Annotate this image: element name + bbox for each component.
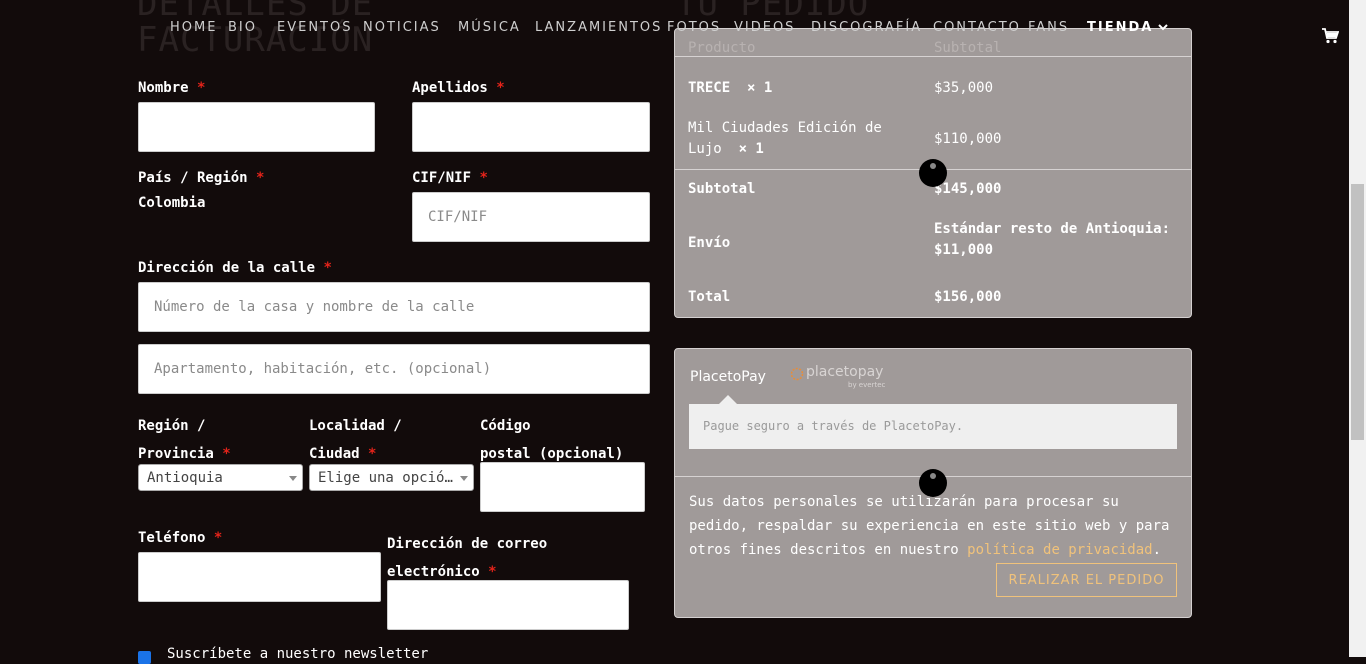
nav-tienda[interactable]: TIENDA: [1087, 20, 1168, 35]
nombre-input[interactable]: [138, 102, 375, 152]
apellidos-input[interactable]: [412, 102, 650, 152]
street-address-placeholder: Número de la casa y nombre de la calle: [154, 299, 475, 315]
place-order-button[interactable]: REALIZAR EL PEDIDO: [996, 563, 1177, 597]
phone-input[interactable]: [138, 552, 381, 602]
region-select-value: Antioquia: [147, 469, 223, 486]
pais-label: País / Región *: [138, 170, 265, 186]
region-select[interactable]: Antioquia: [138, 464, 303, 491]
dropdown-arrow-icon: [289, 476, 297, 481]
total-label: Total: [688, 289, 731, 305]
dropdown-arrow-icon: [460, 476, 468, 481]
placetopay-logo: placetopay by evertec: [790, 364, 900, 394]
chevron-down-icon: [1158, 24, 1168, 31]
localidad-label: Localidad / Ciudad *: [309, 418, 402, 462]
nav-lanzamientos[interactable]: LANZAMIENTOS: [535, 20, 662, 35]
nav-fotos[interactable]: FOTOS: [667, 20, 721, 35]
street-address2-input[interactable]: Apartamento, habitación, etc. (opcional): [138, 344, 650, 394]
nav-videos[interactable]: VIDEOS: [734, 20, 795, 35]
subtotal-value: $145,000: [934, 181, 1002, 197]
shipping-label: Envío: [688, 235, 731, 251]
nav-discografia[interactable]: DISCOGRAFÍA: [811, 20, 922, 35]
nav-noticias[interactable]: NOTICIAS: [363, 20, 441, 35]
nav-fans[interactable]: FANS: [1028, 20, 1069, 35]
shipping-value: Estándar resto de Antioquia: $11,000: [934, 221, 1171, 258]
telefono-label: Teléfono *: [138, 530, 223, 546]
email-input[interactable]: [387, 580, 629, 630]
nav-tienda-label: TIENDA: [1087, 20, 1154, 35]
order-item-name: TRECE × 1: [688, 80, 773, 96]
nav-eventos[interactable]: EVENTOS: [277, 20, 352, 35]
total-value: $156,000: [934, 289, 1002, 305]
cif-placeholder: CIF/NIF: [428, 209, 488, 225]
payment-method-label[interactable]: PlacetoPay: [690, 367, 766, 388]
nav-contacto[interactable]: CONTACTO: [933, 20, 1021, 35]
placetopay-logo-sub: by evertec: [848, 381, 886, 389]
order-divider: [675, 56, 1191, 57]
apellidos-label: Apellidos *: [412, 80, 505, 96]
postcode-input[interactable]: [480, 462, 645, 512]
direccion-label: Dirección de la calle *: [138, 260, 332, 276]
newsletter-checkbox[interactable]: [138, 651, 151, 664]
newsletter-label: Suscríbete a nuestro newsletter: [167, 646, 429, 662]
city-select[interactable]: Elige una opción…: [309, 464, 474, 491]
cif-input[interactable]: CIF/NIF: [412, 192, 650, 242]
street-address-input[interactable]: Número de la casa y nombre de la calle: [138, 282, 650, 332]
privacy-text: Sus datos personales se utilizarán para …: [689, 494, 1170, 558]
nav-bio[interactable]: BIO: [228, 20, 257, 35]
nav-home[interactable]: HOME: [170, 20, 217, 35]
nav-musica[interactable]: MÚSICA: [458, 20, 521, 35]
cursor-indicator: [919, 469, 947, 497]
placetopay-logo-icon: [790, 367, 804, 381]
payment-description: Pague seguro a través de PlacetoPay.: [703, 419, 964, 433]
cursor-indicator: [919, 159, 947, 187]
cif-label: CIF/NIF *: [412, 170, 488, 186]
subtotal-label: Subtotal: [688, 181, 756, 197]
privacy-policy-link[interactable]: política de privacidad: [967, 542, 1152, 558]
nombre-label: Nombre *: [138, 80, 206, 96]
pais-value: Colombia: [138, 195, 206, 211]
placetopay-logo-text: placetopay: [806, 364, 884, 380]
scrollbar-thumb[interactable]: [1351, 184, 1364, 440]
order-item-price: $110,000: [934, 131, 1002, 147]
codigo-label: Código postal (opcional): [480, 418, 624, 462]
order-heading: TU PEDIDO: [676, 0, 870, 24]
payment-description-box: Pague seguro a través de PlacetoPay.: [689, 404, 1177, 449]
order-item-name: Mil Ciudades Edición de Lujo × 1: [688, 120, 882, 157]
email-label: Dirección de correo electrónico *: [387, 536, 548, 580]
cart-icon[interactable]: [1322, 28, 1339, 44]
billing-heading: DETALLES DE: [137, 0, 374, 24]
city-select-value: Elige una opción…: [318, 469, 453, 486]
street-address2-placeholder: Apartamento, habitación, etc. (opcional): [154, 361, 492, 377]
order-item-price: $35,000: [934, 80, 994, 96]
region-label: Región / Provincia *: [138, 418, 231, 462]
